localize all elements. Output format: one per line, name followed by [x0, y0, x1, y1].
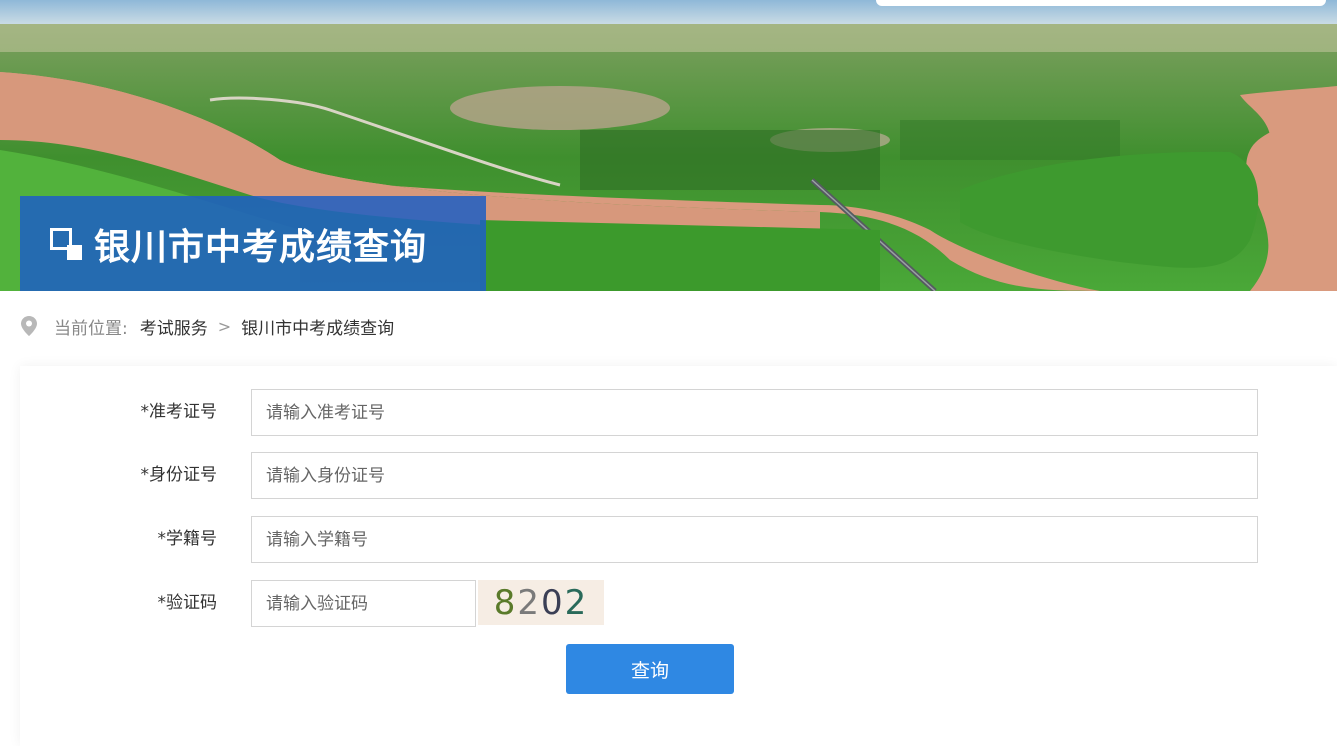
query-form: *准考证号 *身份证号 *学籍号 *验证码 8 2 0 2 查询 — [20, 366, 1337, 746]
captcha-label: *验证码 — [157, 593, 218, 613]
admission-number-label: *准考证号 — [140, 402, 218, 422]
top-bar-edge — [876, 0, 1326, 6]
page-title: 银川市中考成绩查询 — [94, 226, 428, 268]
captcha-char: 8 — [493, 582, 518, 623]
location-pin-icon — [21, 316, 37, 336]
query-button[interactable]: 查询 — [566, 644, 734, 694]
id-number-input[interactable] — [251, 452, 1258, 499]
breadcrumb-link-exam-services[interactable]: 考试服务 — [140, 314, 208, 339]
breadcrumb-prefix: 当前位置: — [54, 318, 128, 339]
captcha-char: 2 — [564, 582, 589, 623]
student-number-input[interactable] — [251, 516, 1258, 563]
banner: 银川市中考成绩查询 — [0, 0, 1337, 291]
admission-number-input[interactable] — [251, 389, 1258, 436]
captcha-char: 0 — [541, 582, 565, 623]
page-title-box: 银川市中考成绩查询 — [20, 196, 486, 291]
id-number-label: *身份证号 — [140, 465, 218, 485]
form-row-admission-number: *准考证号 — [20, 389, 1337, 436]
captcha-input[interactable] — [251, 580, 476, 627]
form-row-captcha: *验证码 8 2 0 2 — [20, 580, 1337, 627]
student-number-label: *学籍号 — [157, 529, 218, 549]
form-row-id-number: *身份证号 — [20, 452, 1337, 499]
breadcrumb: 当前位置: 考试服务 > 银川市中考成绩查询 — [20, 312, 394, 340]
chevron-right-icon: > — [217, 316, 232, 336]
captcha-image[interactable]: 8 2 0 2 — [478, 580, 604, 625]
form-row-student-number: *学籍号 — [20, 516, 1337, 563]
breadcrumb-current: 银川市中考成绩查询 — [241, 318, 395, 339]
title-square-icon — [50, 227, 82, 260]
captcha-char: 2 — [517, 582, 541, 623]
